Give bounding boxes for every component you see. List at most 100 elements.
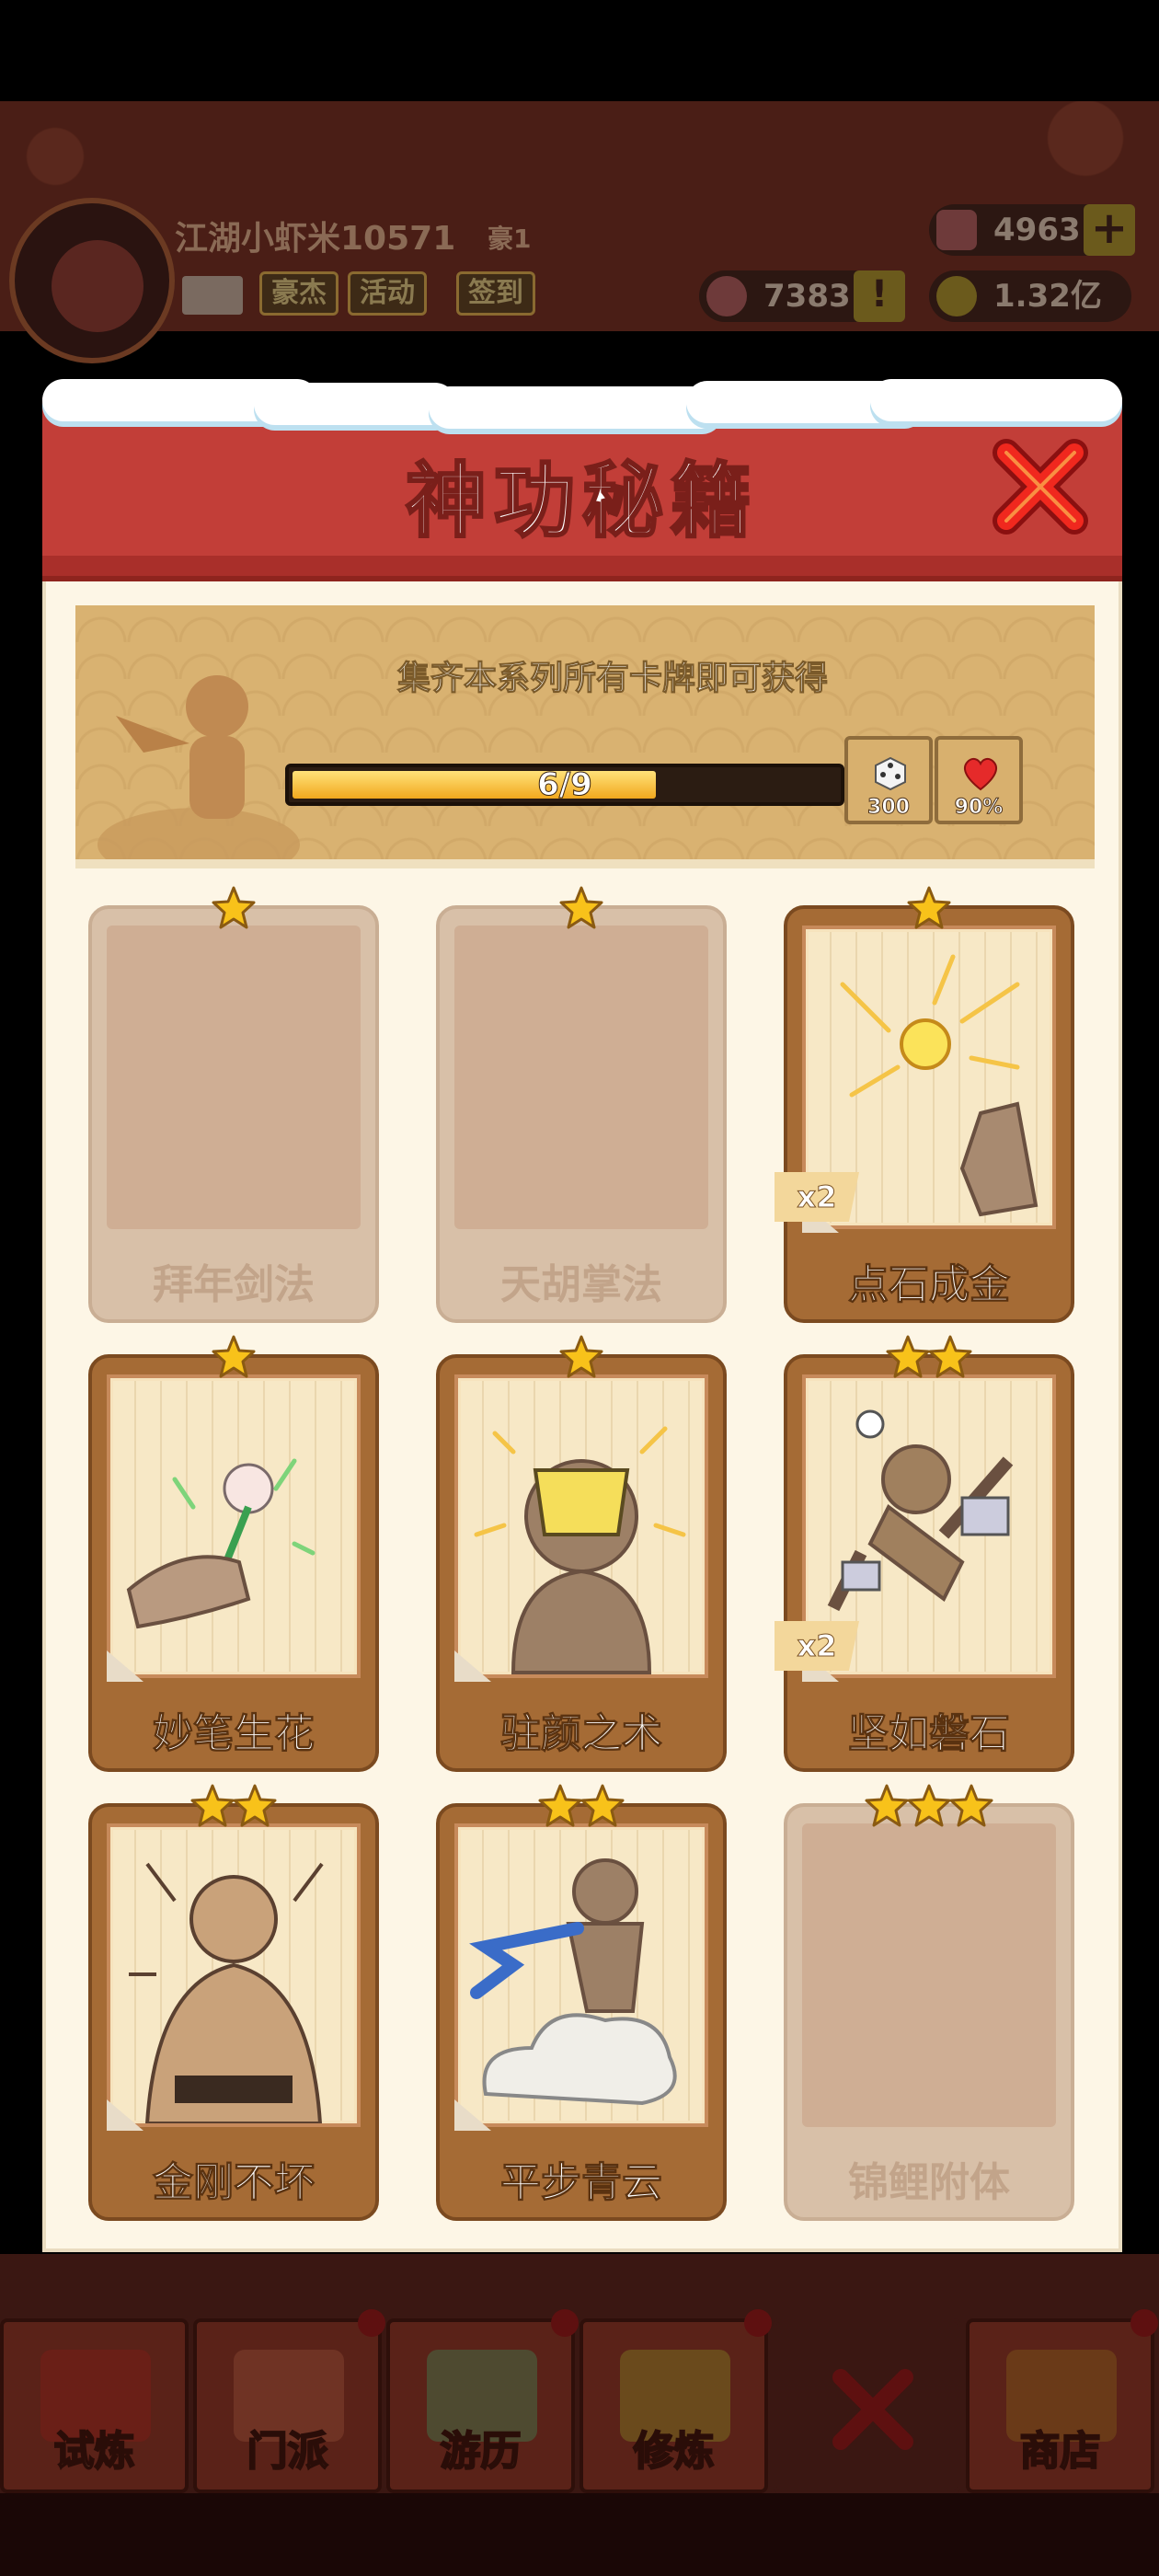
reward-value: 90% (954, 796, 1004, 820)
star-icon (559, 1335, 603, 1378)
card-name: 平步青云 (500, 2159, 663, 2207)
banner-hint-text: 集齐本系列所有卡牌即可获得 (396, 660, 828, 698)
card-name: 坚如磐石 (848, 1710, 1011, 1758)
reward-value: 300 (867, 796, 911, 820)
heroes-button[interactable]: 豪杰 (259, 271, 339, 316)
dice-icon (875, 756, 906, 791)
card-name: 拜年剑法 (153, 1261, 315, 1308)
coins-value: 1.32亿 (993, 278, 1102, 315)
tab-label: 修炼 (633, 2427, 716, 2476)
card-stars (784, 885, 1074, 933)
alert-button[interactable]: ! (854, 270, 905, 322)
tab-label: 商店 (1019, 2427, 1102, 2476)
tab-travel[interactable]: 游历 (386, 2309, 579, 2493)
tokens-counter: 7383 ! (699, 270, 905, 322)
events-button[interactable]: 活动 (348, 271, 427, 316)
notification-dot (551, 2309, 579, 2337)
player-name: 江湖小虾米10571 (175, 220, 456, 258)
collection-progress-bar: 6/9 (285, 764, 844, 806)
player-avatar[interactable] (9, 198, 175, 363)
tab-cultivate[interactable]: 修炼 (580, 2309, 772, 2493)
star-icon (928, 1335, 972, 1378)
muscle-man-art (129, 1862, 324, 2123)
star-icon (212, 1335, 256, 1378)
card-name: 天胡掌法 (500, 1261, 662, 1308)
mail-icon[interactable] (182, 276, 243, 315)
skill-card[interactable]: 妙笔生花 (88, 1335, 379, 1772)
gems-counter: 4963 + (929, 204, 1135, 256)
skill-card[interactable]: x2 坚如磐石 (775, 1335, 1074, 1772)
token-icon (706, 276, 747, 316)
gems-value: 4963 (993, 212, 1081, 248)
tab-shop[interactable]: 商店 (966, 2309, 1158, 2493)
progress-text: 6/9 (537, 766, 593, 803)
card-art-panel (107, 926, 361, 1229)
close-tab-icon (832, 2369, 913, 2450)
skill-card[interactable]: 金刚不坏 (88, 1784, 379, 2221)
star-icon (865, 1784, 909, 1827)
card-count-badge: x2 (775, 1621, 859, 1671)
card-stars (88, 885, 379, 933)
tab-trial[interactable]: 试炼 (0, 2318, 189, 2493)
tab-label: 游历 (440, 2427, 522, 2476)
tab-label: 门派 (247, 2427, 329, 2476)
snow-decoration (42, 379, 1122, 429)
card-stars (88, 1783, 379, 1831)
card-name: 金刚不坏 (153, 2159, 316, 2207)
card-name: 驻颜之术 (500, 1710, 663, 1758)
notification-dot (744, 2309, 772, 2337)
cloud-walker-art (469, 1858, 677, 2106)
face-mask-art (474, 1426, 686, 1674)
header-band (42, 556, 1122, 576)
star-icon (233, 1784, 277, 1827)
tab-sect[interactable]: 门派 (193, 2309, 385, 2493)
gem-icon (936, 210, 977, 250)
card-count-badge: x2 (775, 1172, 859, 1222)
card-name: 锦鲤附体 (848, 2159, 1010, 2206)
rank-badge: 豪1 (488, 224, 532, 254)
reward-dice[interactable]: 300 (844, 736, 933, 824)
card-stars (436, 1783, 727, 1831)
star-icon (538, 1784, 582, 1827)
coin-icon (936, 276, 977, 316)
card-stars (436, 885, 727, 933)
card-name: 妙笔生花 (153, 1710, 316, 1758)
skill-card[interactable]: 驻颜之术 (436, 1335, 727, 1772)
tab-label: 试炼 (53, 2427, 136, 2476)
heart-icon (964, 757, 997, 791)
tab-center[interactable] (773, 2318, 961, 2493)
flower-art (126, 1458, 316, 1629)
dialog-title: 神功秘籍 (404, 453, 759, 550)
notification-dot (1130, 2309, 1158, 2337)
coins-counter: 1.32亿 (929, 270, 1131, 322)
card-stars (88, 1334, 379, 1382)
skill-card[interactable]: 拜年剑法 (88, 886, 379, 1323)
skill-card[interactable]: 锦鲤附体 (784, 1784, 1074, 2221)
card-stars (784, 1783, 1074, 1831)
skill-book-dialog: 神功秘籍 集齐本系列所有卡牌即可获得 6/9 300 90% 拜年剑法 天胡掌法… (42, 379, 1122, 2252)
skill-card[interactable]: 平步青云 (436, 1784, 727, 2221)
collection-banner: 集齐本系列所有卡牌即可获得 6/9 300 90% (75, 605, 1095, 868)
notification-dot (358, 2309, 385, 2337)
star-icon (212, 886, 256, 929)
star-icon (907, 886, 951, 929)
checkin-button[interactable]: 签到 (456, 271, 535, 316)
star-icon (949, 1784, 993, 1827)
bottom-tab-bar: 试炼 门派 游历 修炼 商店 (0, 2309, 1159, 2493)
close-button[interactable] (990, 436, 1091, 537)
status-bar (0, 0, 1159, 101)
bottom-strip (0, 2493, 1159, 2576)
reward-heart[interactable]: 90% (935, 736, 1023, 824)
star-icon (886, 1335, 930, 1378)
card-stars (436, 1334, 727, 1382)
skill-card[interactable]: x2 点石成金 (775, 886, 1074, 1323)
tokens-value: 7383 (763, 278, 851, 315)
card-art-panel (802, 1823, 1056, 2127)
star-icon (580, 1784, 625, 1827)
star-icon (559, 886, 603, 929)
card-name: 点石成金 (848, 1261, 1011, 1309)
skill-card[interactable]: 天胡掌法 (436, 886, 727, 1323)
add-gems-button[interactable]: + (1084, 204, 1135, 256)
star-icon (907, 1784, 951, 1827)
avatar-face (52, 240, 143, 332)
